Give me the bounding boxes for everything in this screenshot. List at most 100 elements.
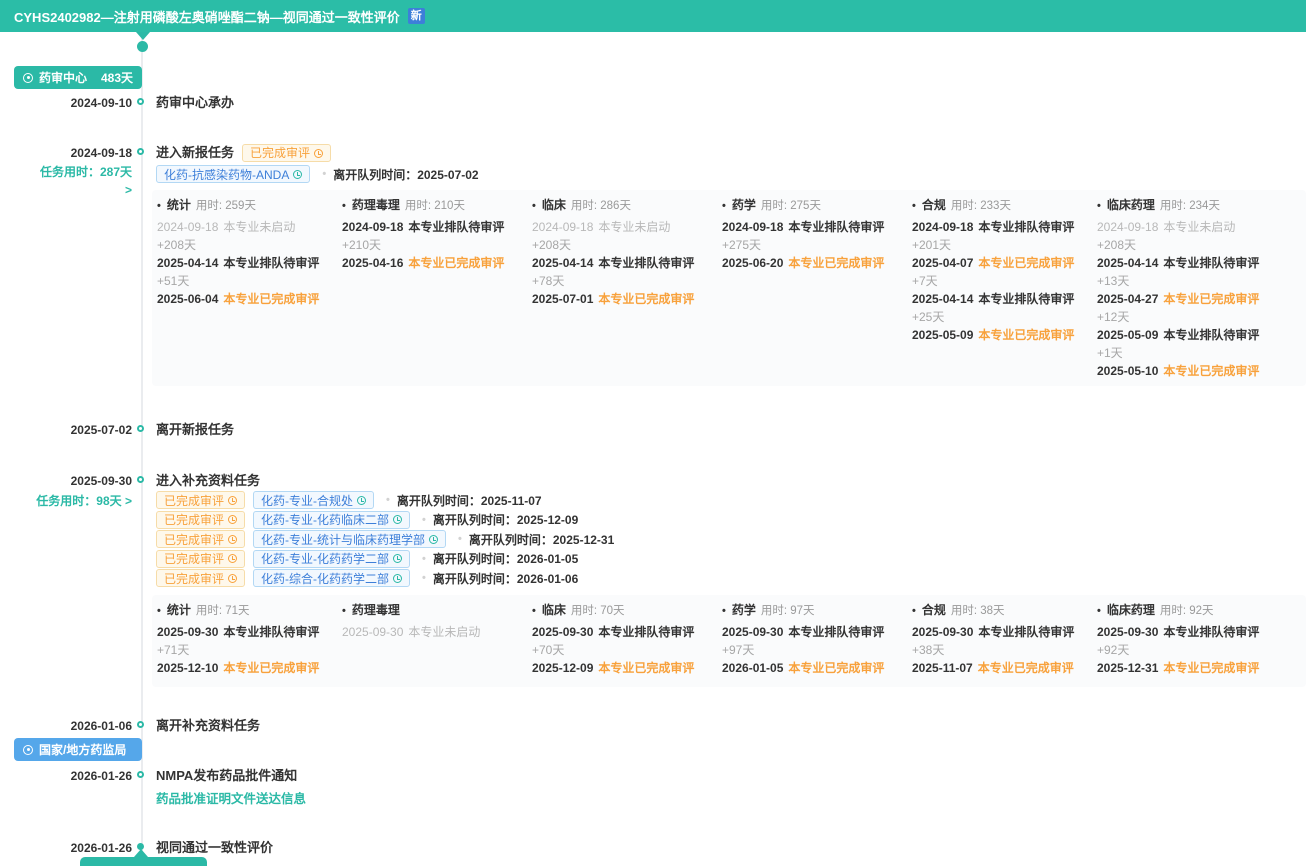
tooltip-bar — [80, 857, 207, 866]
elapsed-days: +210天 — [342, 238, 381, 252]
review-status-tag[interactable]: 已完成审评 — [156, 491, 245, 509]
status-text: 本专业未启动 — [408, 625, 480, 639]
location-pin-icon — [23, 745, 33, 755]
queue-leave-time-text: 离开队列时间：2026-01-06 — [433, 570, 578, 587]
specialty-status-row: 2026-01-05本专业已完成审评 — [722, 659, 906, 677]
specialty-column-3: •临床用时: 70天2025-09-30本专业排队待审评+70天2025-12-… — [532, 601, 716, 677]
specialty-header: •药理毒理用时: 210天 — [342, 196, 526, 214]
department-tag[interactable]: 化药-专业-化药药学二部 — [253, 550, 410, 568]
elapsed-days: +38天 — [912, 643, 944, 657]
specialty-name: 合规 — [922, 603, 946, 617]
status-text: 本专业排队待审评 — [1163, 328, 1259, 342]
specialty-header: •临床药理用时: 92天 — [1097, 601, 1281, 619]
queue-tag-row: 化药-抗感染药物-ANDA •离开队列时间：2025-07-02 — [156, 165, 479, 183]
queue-tag-row: 已完成审评化药-专业-统计与临床药理学部•离开队列时间：2025-12-31 — [156, 530, 614, 548]
event-title: 进入补充资料任务 — [156, 472, 260, 490]
clock-icon — [228, 554, 237, 563]
queue-leave-time-text: 离开队列时间：2025-07-02 — [333, 166, 478, 183]
review-status-tag[interactable]: 已完成审评 — [156, 511, 245, 529]
location-pin-icon — [23, 73, 33, 83]
specialty-name: 药学 — [732, 198, 756, 212]
approval-document-link[interactable]: 药品批准证明文件送达信息 — [156, 790, 306, 808]
event-dot-icon — [137, 476, 144, 483]
bullet-icon: • — [912, 200, 916, 212]
department-tag[interactable]: 化药-专业-化药临床二部 — [253, 511, 410, 529]
new-badge: 新 — [408, 8, 425, 24]
event-date: 2025-09-30 — [30, 472, 132, 490]
event-dot-icon — [137, 771, 144, 778]
specialty-duration: 用时: 92天 — [1160, 605, 1214, 617]
specialty-duration: 用时: 97天 — [761, 605, 815, 617]
specialty-status-row: 2025-09-30本专业排队待审评 — [1097, 623, 1281, 641]
status-text: 本专业排队待审评 — [598, 625, 694, 639]
specialty-name: 合规 — [922, 198, 946, 212]
clock-icon — [393, 515, 402, 524]
review-status-tag[interactable]: 已完成审评 — [156, 569, 245, 587]
department-tag[interactable]: 化药-综合-化药药学二部 — [253, 569, 410, 587]
event-title: 进入新报任务 已完成审评 — [156, 144, 331, 162]
specialty-name: 临床药理 — [1107, 198, 1155, 212]
status-text: 本专业排队待审评 — [978, 220, 1074, 234]
specialty-status-row: +201天 — [912, 236, 1096, 254]
specialty-status-row: 2024-09-18本专业排队待审评 — [912, 218, 1096, 236]
specialty-grid-supplement-task: •统计用时: 71天2025-09-30本专业排队待审评+71天2025-12-… — [152, 595, 1306, 687]
timeline-event-leave-new-task: 2025-07-02 离开新报任务 — [0, 421, 1306, 439]
specialty-status-row: +12天 — [1097, 308, 1281, 326]
queue-tag-row: 已完成审评化药-专业-化药临床二部•离开队列时间：2025-12-09 — [156, 511, 614, 529]
specialty-status-row: 2025-12-09本专业已完成审评 — [532, 659, 716, 677]
specialty-name: 统计 — [167, 198, 191, 212]
department-tag[interactable]: 化药-专业-合规处 — [253, 491, 374, 509]
tag-text: 已完成审评 — [250, 144, 310, 162]
specialty-status-row: 2025-12-31 本专业已完成审评 — [1097, 659, 1281, 677]
status-text: 本专业已完成审评 — [1163, 364, 1259, 378]
specialty-status-row: 2025-04-16本专业已完成审评 — [342, 254, 526, 272]
specialty-status-row: 2024-09-18本专业未启动 — [1097, 218, 1281, 236]
status-text: 本专业已完成审评 — [1163, 661, 1259, 675]
event-date: 2024-09-10 — [30, 94, 132, 112]
status-date: 2025-05-10 — [1097, 364, 1158, 378]
status-date: 2024-09-18 — [342, 220, 403, 234]
timeline-event-leave-supplement-task: 2026-01-06 离开补充资料任务 — [0, 717, 1306, 735]
status-date: 2024-09-18 — [1097, 220, 1158, 234]
bullet-icon: • — [157, 605, 161, 617]
bullet-icon: • — [422, 553, 426, 565]
status-date: 2025-12-31 — [1097, 661, 1158, 675]
event-dot-icon — [137, 721, 144, 728]
status-text: 本专业已完成审评 — [978, 256, 1074, 270]
status-text: 本专业排队待审评 — [223, 625, 319, 639]
timeline-event-enter-new-task: 2024-09-18 进入新报任务 已完成审评 — [0, 144, 1306, 162]
queue-leave-time-text: 离开队列时间：2025-11-07 — [397, 492, 542, 509]
specialty-column-4: •药学用时: 275天2024-09-18本专业排队待审评+275天2025-0… — [722, 196, 906, 272]
event-date: 2026-01-06 — [30, 717, 132, 735]
task-duration-link[interactable]: 任务用时：98天 > — [30, 492, 132, 510]
tooltip-arrow-icon — [134, 849, 148, 857]
tag-text: 已完成审评 — [164, 492, 224, 509]
specialty-header: •统计用时: 71天 — [157, 601, 341, 619]
stage-label: 药审中心 — [39, 69, 87, 86]
queue-tag-row: 已完成审评化药-专业-合规处•离开队列时间：2025-11-07 — [156, 491, 614, 509]
status-text: 本专业排队待审评 — [788, 220, 884, 234]
bullet-icon: • — [722, 605, 726, 617]
specialty-duration: 用时: 275天 — [761, 200, 821, 212]
department-tag[interactable]: 化药-抗感染药物-ANDA — [156, 165, 310, 183]
status-text: 本专业排队待审评 — [408, 220, 504, 234]
specialty-status-row: +78天 — [532, 272, 716, 290]
status-date: 2025-06-20 — [722, 256, 783, 270]
timeline-event-deemed-passed: 2026-01-26 视同通过一致性评价 — [0, 839, 1306, 857]
review-status-tag[interactable]: 已完成审评 — [242, 144, 331, 162]
clock-icon — [357, 496, 366, 505]
status-text: 本专业已完成审评 — [408, 256, 504, 270]
elapsed-days: +78天 — [532, 274, 564, 288]
review-status-tag[interactable]: 已完成审评 — [156, 530, 245, 548]
specialty-status-row: +25天 — [912, 308, 1096, 326]
specialty-status-row: 2025-05-09本专业排队待审评 — [1097, 326, 1281, 344]
specialty-status-row: 2024-09-18本专业未启动 — [157, 218, 341, 236]
queue-leave-time: •离开队列时间：2025-07-02 — [322, 166, 478, 183]
department-tag[interactable]: 化药-专业-统计与临床药理学部 — [253, 530, 446, 548]
tag-text: 化药-专业-化药药学二部 — [261, 550, 389, 567]
task-duration-link[interactable]: 任务用时：287天 > — [30, 163, 132, 199]
stage-label: 国家/地方药监局 — [39, 741, 126, 758]
specialty-status-row: +208天 — [157, 236, 341, 254]
review-status-tag[interactable]: 已完成审评 — [156, 550, 245, 568]
tag-text: 化药-专业-统计与临床药理学部 — [261, 531, 425, 548]
